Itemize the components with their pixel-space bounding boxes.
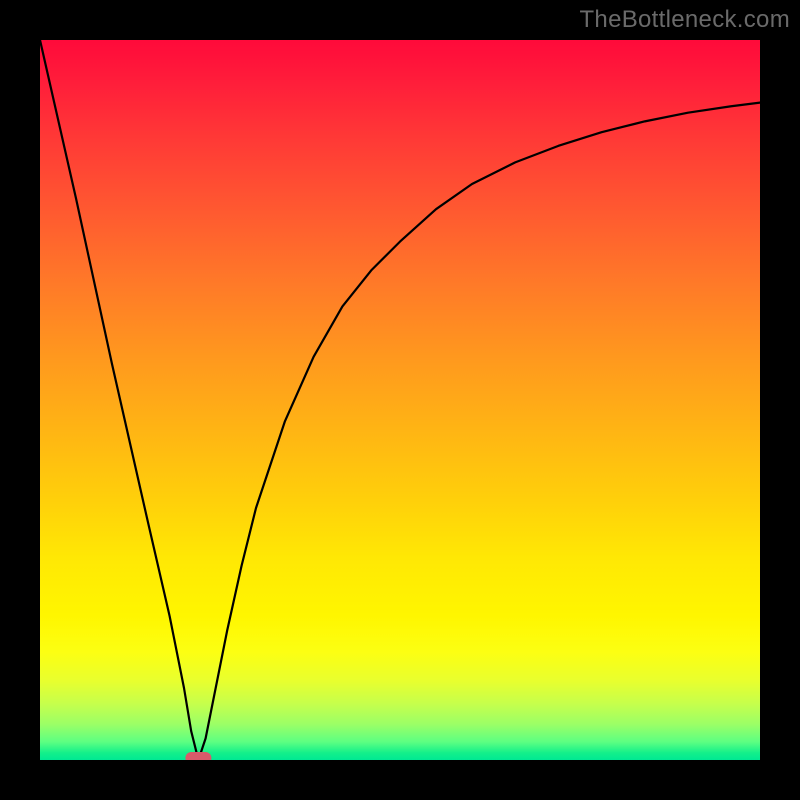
- plot-area: [40, 40, 760, 760]
- curve-layer: [40, 40, 760, 760]
- chart-frame: TheBottleneck.com: [0, 0, 800, 800]
- bottleneck-curve: [40, 40, 760, 760]
- watermark-text: TheBottleneck.com: [579, 6, 790, 34]
- optimal-point-marker: [185, 752, 211, 760]
